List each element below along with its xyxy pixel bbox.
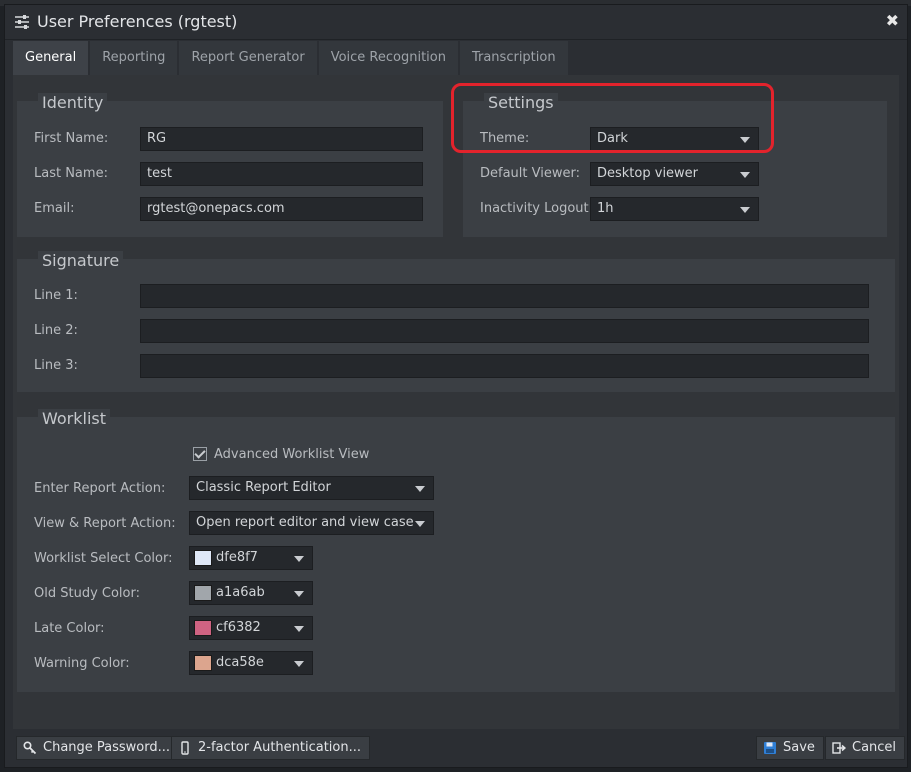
title-bar[interactable]: User Preferences (rgtest) ✖ bbox=[5, 5, 907, 40]
advanced-worklist-checkbox[interactable] bbox=[193, 447, 207, 461]
sliders-icon bbox=[15, 15, 29, 29]
close-icon[interactable]: ✖ bbox=[886, 11, 899, 30]
change-password-label: Change Password... bbox=[43, 740, 171, 755]
mobile-phone-icon bbox=[181, 741, 189, 755]
chevron-down-icon bbox=[294, 556, 304, 562]
default-viewer-value: Desktop viewer bbox=[597, 166, 699, 181]
last-name-label: Last Name: bbox=[34, 166, 108, 181]
change-password-button[interactable]: Change Password... bbox=[16, 736, 180, 760]
worklist-select-color-value: dfe8f7 bbox=[216, 550, 258, 565]
worklist-group: Worklist Advanced Worklist View Enter Re… bbox=[17, 409, 895, 692]
color-swatch bbox=[194, 550, 212, 566]
signature-line1-label: Line 1: bbox=[34, 288, 78, 303]
tab-voice-recognition[interactable]: Voice Recognition bbox=[318, 41, 458, 75]
default-viewer-select[interactable]: Desktop viewer bbox=[590, 162, 759, 186]
identity-title: Identity bbox=[38, 93, 108, 112]
worklist-title: Worklist bbox=[38, 409, 111, 428]
color-swatch bbox=[194, 585, 212, 601]
save-label: Save bbox=[783, 740, 815, 755]
color-swatch bbox=[194, 620, 212, 636]
chevron-down-icon bbox=[294, 661, 304, 667]
view-report-action-select[interactable]: Open report editor and view case bbox=[189, 511, 434, 535]
view-report-action-value: Open report editor and view case bbox=[196, 515, 414, 530]
inactivity-logout-select[interactable]: 1h bbox=[590, 197, 759, 221]
first-name-label: First Name: bbox=[34, 131, 109, 146]
enter-report-action-select[interactable]: Classic Report Editor bbox=[189, 476, 434, 500]
tab-report-generator[interactable]: Report Generator bbox=[179, 41, 317, 75]
late-color-value: cf6382 bbox=[216, 620, 261, 635]
cancel-label: Cancel bbox=[852, 740, 897, 755]
warning-color-label: Warning Color: bbox=[34, 656, 130, 671]
default-viewer-label: Default Viewer: bbox=[480, 166, 580, 181]
chevron-down-icon bbox=[294, 591, 304, 597]
warning-color-picker[interactable]: dca58e bbox=[189, 651, 313, 675]
signature-line3-label: Line 3: bbox=[34, 358, 78, 373]
advanced-worklist-label[interactable]: Advanced Worklist View bbox=[214, 447, 369, 462]
email-label: Email: bbox=[34, 201, 75, 216]
chevron-down-icon bbox=[294, 626, 304, 632]
signature-line1-field[interactable] bbox=[140, 284, 869, 308]
first-name-field[interactable]: RG bbox=[140, 127, 423, 151]
floppy-disk-icon bbox=[764, 742, 776, 754]
signature-line3-field[interactable] bbox=[140, 354, 869, 378]
signature-line2-label: Line 2: bbox=[34, 323, 78, 338]
old-study-color-label: Old Study Color: bbox=[34, 586, 140, 601]
settings-highlight-annotation bbox=[451, 83, 774, 153]
two-factor-button[interactable]: 2-factor Authentication... bbox=[171, 736, 371, 760]
email-field[interactable]: rgtest@onepacs.com bbox=[140, 197, 423, 221]
cancel-button[interactable]: Cancel bbox=[825, 736, 906, 760]
chevron-down-icon bbox=[415, 521, 425, 527]
tab-reporting[interactable]: Reporting bbox=[90, 41, 178, 75]
exit-icon bbox=[832, 742, 846, 754]
old-study-color-picker[interactable]: a1a6ab bbox=[189, 581, 313, 605]
chevron-down-icon bbox=[415, 486, 425, 492]
two-factor-label: 2-factor Authentication... bbox=[198, 740, 362, 755]
chevron-down-icon bbox=[740, 172, 750, 178]
save-button[interactable]: Save bbox=[756, 736, 824, 760]
tab-transcription[interactable]: Transcription bbox=[459, 41, 568, 75]
late-color-label: Late Color: bbox=[34, 621, 105, 636]
signature-line2-field[interactable] bbox=[140, 319, 869, 343]
tab-general[interactable]: General bbox=[13, 41, 89, 75]
enter-report-action-label: Enter Report Action: bbox=[34, 481, 166, 496]
last-name-field[interactable]: test bbox=[140, 162, 423, 186]
identity-group: Identity First Name: RG Last Name: test … bbox=[17, 93, 443, 237]
general-panel: Identity First Name: RG Last Name: test … bbox=[13, 75, 899, 729]
tab-bar: General Reporting Report Generator Voice… bbox=[13, 41, 570, 75]
signature-title: Signature bbox=[38, 251, 124, 270]
window-title: User Preferences (rgtest) bbox=[37, 12, 238, 31]
warning-color-value: dca58e bbox=[216, 655, 264, 670]
worklist-select-color-picker[interactable]: dfe8f7 bbox=[189, 546, 313, 570]
inactivity-logout-label: Inactivity Logout: bbox=[480, 201, 594, 216]
signature-group: Signature Line 1: Line 2: Line 3: bbox=[17, 251, 895, 392]
key-icon bbox=[23, 741, 37, 755]
inactivity-logout-value: 1h bbox=[597, 201, 614, 216]
worklist-select-color-label: Worklist Select Color: bbox=[34, 551, 173, 566]
late-color-picker[interactable]: cf6382 bbox=[189, 616, 313, 640]
chevron-down-icon bbox=[740, 207, 750, 213]
enter-report-action-value: Classic Report Editor bbox=[196, 480, 331, 495]
old-study-color-value: a1a6ab bbox=[216, 585, 265, 600]
color-swatch bbox=[194, 655, 212, 671]
view-report-action-label: View & Report Action: bbox=[34, 516, 176, 531]
